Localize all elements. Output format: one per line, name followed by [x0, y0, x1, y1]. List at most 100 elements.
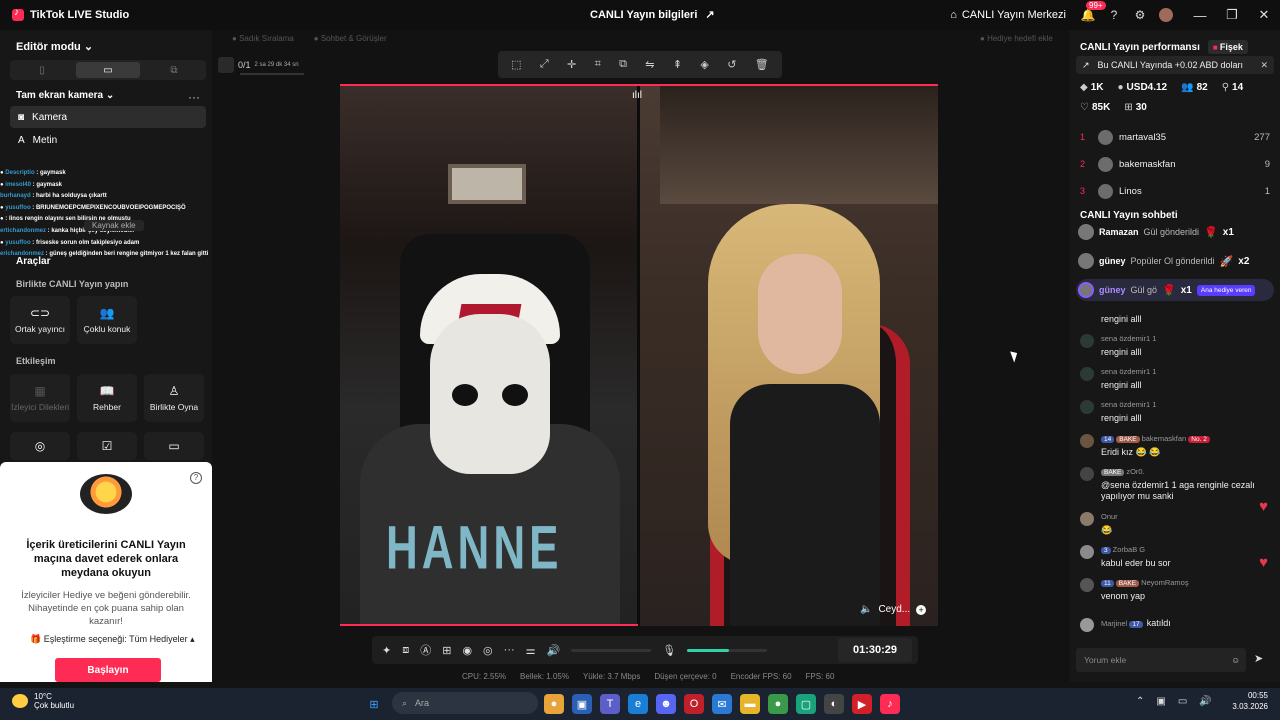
chrome-icon[interactable]: ● [544, 694, 564, 714]
volume-icon[interactable]: 🔊 [1199, 696, 1211, 707]
co-host-button[interactable]: ⊂⊃ Ortak yayıncı [10, 296, 70, 344]
send-icon[interactable]: ➤ [1254, 652, 1263, 665]
app-icon[interactable]: ◐ [824, 694, 844, 714]
tab-chat-opinions[interactable]: ● Sohbet & Görüşler [314, 34, 387, 43]
delete-icon[interactable]: 🗑 [755, 58, 769, 71]
tray-app-icon[interactable]: ▣ [1156, 696, 1165, 707]
session-progress-bar [240, 73, 304, 75]
mail-icon[interactable]: ✉ [712, 694, 732, 714]
video-stage[interactable]: HANNE 🔈 Ceyd... + ılıl [340, 84, 938, 626]
avatar [1080, 618, 1094, 632]
clock[interactable]: 00:55 3.03.2026 [1232, 690, 1268, 712]
microphone-icon[interactable]: 🎙 [662, 644, 676, 657]
viewer-wishes-label: İzleyici Dilekleri [10, 402, 70, 412]
live-info-button[interactable]: CANLI Yayın bilgileri ↗ [590, 8, 715, 22]
microphone-volume-slider[interactable] [687, 648, 768, 652]
bring-forward-icon[interactable]: ⇞ [673, 58, 682, 71]
left-video-feed: HANNE [340, 84, 637, 626]
add-media-icon[interactable]: ⊞ [442, 644, 451, 657]
multi-guest-button[interactable]: 👥 Çoklu konuk [77, 296, 137, 344]
viewer-wishes-button[interactable]: ▦ İzleyici Dilekleri [10, 374, 70, 422]
follow-icon: ⚲ [1221, 82, 1230, 93]
portrait-mode-button[interactable]: ▯ [10, 60, 74, 80]
volume-icon[interactable]: 🔈 [860, 604, 872, 615]
ranking-row[interactable]: 2 bakemaskfan 9 [1080, 154, 1270, 174]
start-match-button[interactable]: Başlayın [55, 658, 161, 682]
ranking-row[interactable]: 1 martaval35 277 [1080, 127, 1270, 147]
chrome-profile-icon[interactable]: ● [768, 694, 788, 714]
add-icon[interactable]: + [916, 604, 927, 615]
editor-mode-dropdown[interactable]: Editör modu ⌄ [16, 40, 93, 53]
taskbar-search[interactable]: ⌕ Ara [392, 692, 538, 714]
notification-bell-icon[interactable]: 🔔 99+ [1080, 1, 1106, 23]
weather-widget[interactable]: 10°C Çok bulutlu [12, 692, 74, 710]
avatar [1080, 434, 1094, 448]
mixer-icon[interactable]: ⚌ [526, 644, 536, 657]
minimize-button[interactable]: — [1184, 8, 1216, 23]
scene-dropdown[interactable]: Tam ekran kamera ⌄ [16, 90, 114, 101]
tab-loyal-ranking[interactable]: ● Sadık Sıralama [232, 34, 294, 43]
magic-wand-icon[interactable]: ✦ [382, 644, 391, 657]
dual-mode-button[interactable]: ⧉ [142, 60, 206, 80]
more-icon[interactable]: ··· [504, 644, 515, 656]
source-text[interactable]: A Metin [10, 129, 206, 151]
copy-icon[interactable]: ⧉ [619, 58, 627, 71]
store-icon[interactable]: ▣ [572, 694, 592, 714]
ai-icon[interactable]: Ⓐ [420, 642, 431, 658]
opera-icon[interactable]: O [684, 694, 704, 714]
close-icon[interactable]: ✕ [1260, 60, 1268, 71]
fisek-button[interactable]: Fişek [1207, 40, 1248, 54]
maximize-button[interactable]: ❐ [1216, 7, 1248, 23]
box-button[interactable]: ▭ [144, 432, 204, 460]
chat-text: rengini alll [1101, 314, 1142, 324]
settings-gear-icon[interactable]: ⚙ [1132, 7, 1148, 23]
center-icon[interactable]: ✛ [567, 58, 576, 71]
add-source-button[interactable]: Kaynak ekle [84, 220, 144, 231]
more-options-icon[interactable]: ··· [188, 90, 200, 104]
rose-icon: 🌹 [1162, 284, 1176, 297]
guest-label[interactable]: 🔈 Ceyd... + [860, 604, 927, 615]
discord-icon[interactable]: ☻ [656, 694, 676, 714]
profile-avatar[interactable] [1158, 7, 1174, 23]
gift-user: Ramazan [1099, 227, 1139, 237]
crop-icon[interactable]: ⌗ [595, 58, 601, 71]
speaker-icon[interactable]: 🔊 [547, 644, 561, 657]
expand-icon[interactable]: ⤢ [540, 58, 549, 71]
file-explorer-icon[interactable]: ▬ [740, 694, 760, 714]
rotate-icon[interactable]: ↺ [727, 58, 736, 71]
source-camera[interactable]: ◙ Kamera [10, 106, 206, 128]
help-icon[interactable]: ? [190, 472, 202, 484]
youtube-icon[interactable]: ▶ [852, 694, 872, 714]
tiktok-live-studio-icon[interactable]: ♪ [880, 694, 900, 714]
edge-icon[interactable]: e [628, 694, 648, 714]
effects-icon[interactable]: ⧈ [402, 644, 409, 657]
chevron-up-icon[interactable]: ⌃ [1136, 696, 1144, 707]
windows-start-icon[interactable]: ⊞ [364, 694, 384, 714]
checklist-button[interactable]: ☑ [77, 432, 137, 460]
add-gift-goal[interactable]: ● Hediye hedefi ekle [980, 34, 1053, 43]
network-icon[interactable]: ▭ [1178, 696, 1187, 707]
app-icon[interactable]: ▢ [796, 694, 816, 714]
ranking-row[interactable]: 3 Linos 1 [1080, 181, 1270, 201]
teams-icon[interactable]: T [600, 694, 620, 714]
guide-button[interactable]: 📖 Rehber [77, 374, 137, 422]
comment-input[interactable]: Yorum ekle ☺ [1076, 648, 1246, 672]
match-option-dropdown[interactable]: 🎁 Eşleştirme seçeneği: Tüm Hediyeler ▴ [30, 634, 195, 645]
record-icon[interactable]: ◉ [462, 644, 472, 657]
poll-button[interactable]: ◎ [10, 432, 70, 460]
layers-icon[interactable]: ◈ [700, 58, 708, 71]
speaker-volume-slider[interactable] [571, 648, 652, 652]
close-button[interactable]: ✕ [1248, 7, 1280, 23]
flip-icon[interactable]: ⇋ [645, 58, 654, 71]
landscape-mode-button[interactable]: ▭ [76, 62, 140, 78]
live-center-label: CANLI Yayın Merkezi [961, 9, 1066, 21]
help-icon[interactable]: ? [1106, 7, 1122, 23]
fit-icon[interactable]: ⬚ [511, 58, 521, 71]
snapshot-icon[interactable]: ◎ [483, 644, 493, 657]
emoji-icon[interactable]: ☺ [1231, 655, 1240, 665]
play-together-button[interactable]: ♙ Birlikte Oyna [144, 374, 204, 422]
guest-top [730, 384, 880, 626]
overlay-user: yusuffoo [5, 204, 31, 211]
overlay-user: yusuffoo [5, 239, 31, 246]
live-center-button[interactable]: ⌂ CANLI Yayın Merkezi [950, 9, 1066, 21]
